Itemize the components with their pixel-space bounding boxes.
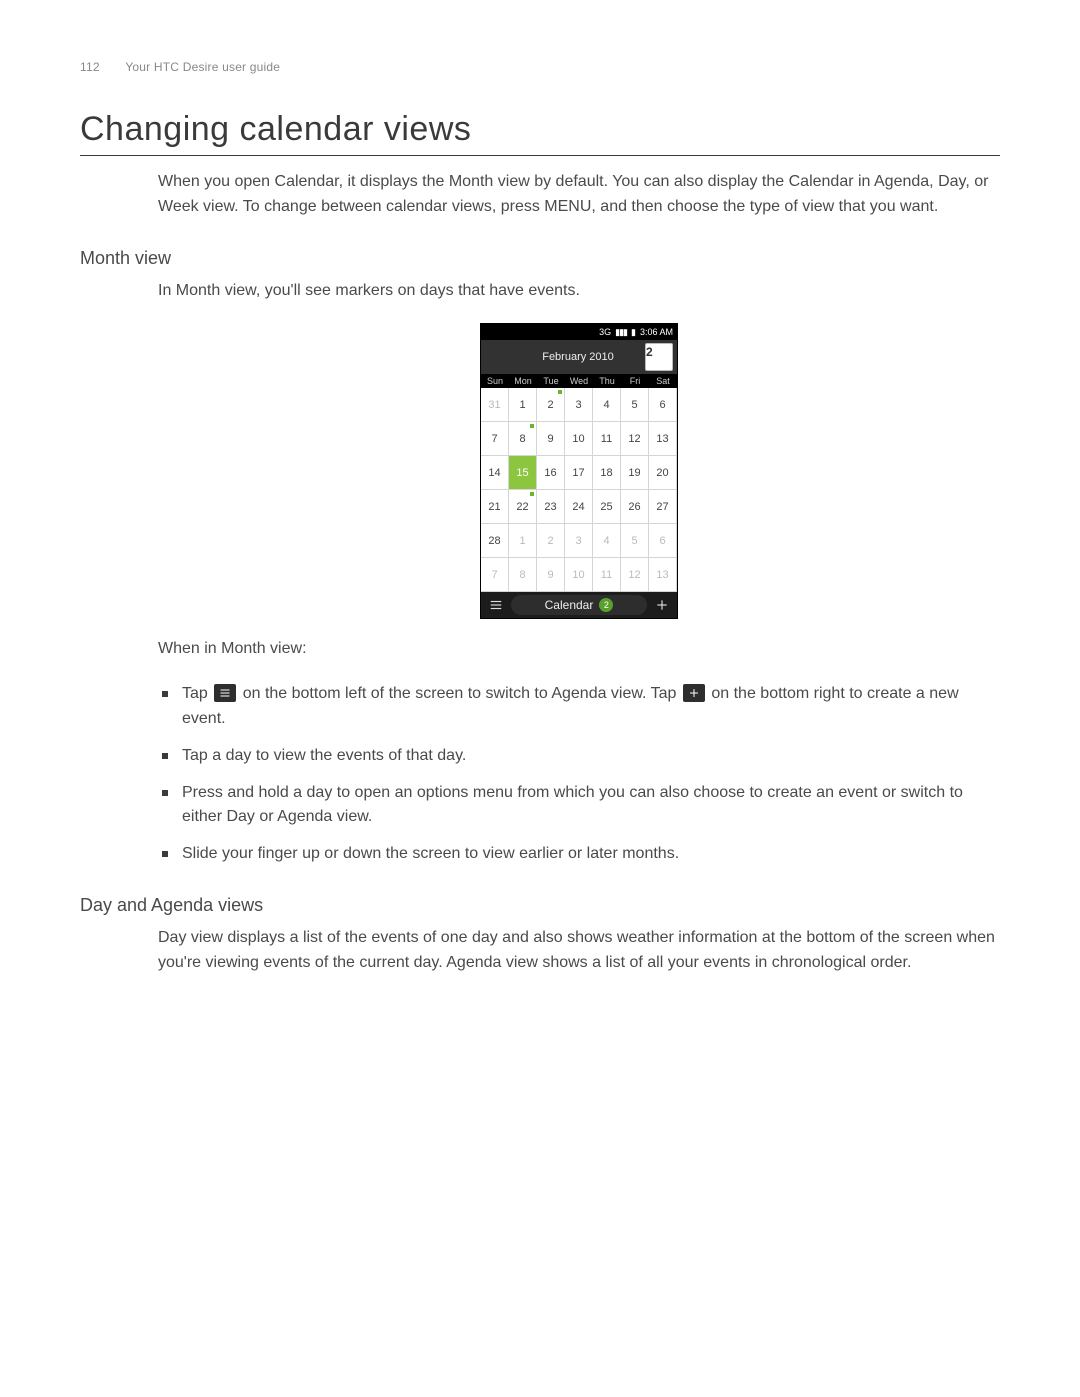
calendar-day-cell[interactable]: 11 <box>593 422 621 456</box>
status-network: 3G <box>599 327 611 337</box>
intro-paragraph: When you open Calendar, it displays the … <box>158 170 1000 220</box>
calendar-day-cell[interactable]: 8 <box>509 422 537 456</box>
calendar-day-cell[interactable]: 19 <box>621 456 649 490</box>
menu-icon <box>214 684 236 702</box>
calendar-day-cell[interactable]: 13 <box>649 422 677 456</box>
calendar-day-cell[interactable]: 12 <box>621 558 649 592</box>
dow-cell: Sun <box>481 374 509 388</box>
tear-off-calendar-icon: 2 <box>645 343 673 371</box>
dow-cell: Wed <box>565 374 593 388</box>
calendar-day-cell[interactable]: 1 <box>509 388 537 422</box>
calendar-day-cell[interactable]: 26 <box>621 490 649 524</box>
calendar-day-cell[interactable]: 13 <box>649 558 677 592</box>
calendar-day-cell[interactable]: 6 <box>649 524 677 558</box>
calendar-day-cell[interactable]: 3 <box>565 388 593 422</box>
calendar-day-cell[interactable]: 14 <box>481 456 509 490</box>
intro-block: When you open Calendar, it displays the … <box>158 170 1000 220</box>
calendar-day-cell[interactable]: 24 <box>565 490 593 524</box>
event-marker <box>530 424 534 428</box>
calendar-bottom-label-pill[interactable]: Calendar 2 <box>511 595 647 615</box>
event-marker <box>558 390 562 394</box>
month-view-line1: In Month view, you'll see markers on day… <box>158 279 1000 304</box>
tear-off-day: 2 <box>646 345 653 359</box>
dow-cell: Sat <box>649 374 677 388</box>
title-rule <box>80 155 1000 156</box>
plus-icon <box>683 684 705 702</box>
day-of-week-row: SunMonTueWedThuFriSat <box>481 374 677 388</box>
day-agenda-block: Day view displays a list of the events o… <box>158 926 1000 976</box>
dow-cell: Tue <box>537 374 565 388</box>
day-agenda-heading: Day and Agenda views <box>80 895 1000 916</box>
month-view-intro2: When in Month view: <box>158 637 1000 662</box>
calendar-day-cell[interactable]: 11 <box>593 558 621 592</box>
dow-cell: Fri <box>621 374 649 388</box>
list-item: Press and hold a day to open an options … <box>158 781 1000 831</box>
guide-title: Your HTC Desire user guide <box>125 60 280 74</box>
battery-icon: ▮ <box>631 327 636 338</box>
calendar-day-cell[interactable]: 16 <box>537 456 565 490</box>
signal-icon: ▮▮▮ <box>615 327 627 338</box>
calendar-day-cell[interactable]: 21 <box>481 490 509 524</box>
calendar-day-cell[interactable]: 10 <box>565 422 593 456</box>
calendar-day-cell[interactable]: 9 <box>537 558 565 592</box>
bullet-1b: on the bottom left of the screen to swit… <box>243 685 681 702</box>
calendar-day-cell[interactable]: 15 <box>509 456 537 490</box>
month-view-heading: Month view <box>80 248 1000 269</box>
calendar-day-cell[interactable]: 28 <box>481 524 509 558</box>
calendar-month-title: February 2010 <box>511 351 645 363</box>
calendar-bottom-label: Calendar <box>545 598 594 612</box>
calendar-day-cell[interactable]: 22 <box>509 490 537 524</box>
page-title: Changing calendar views <box>80 110 1000 149</box>
calendar-month-header: February 2010 2 <box>481 340 677 374</box>
calendar-grid: 3112345678910111213141516171819202122232… <box>481 388 677 592</box>
calendar-day-cell[interactable]: 27 <box>649 490 677 524</box>
calendar-day-cell[interactable]: 7 <box>481 422 509 456</box>
calendar-day-cell[interactable]: 1 <box>509 524 537 558</box>
calendar-day-cell[interactable]: 17 <box>565 456 593 490</box>
calendar-day-cell[interactable]: 7 <box>481 558 509 592</box>
calendar-day-cell[interactable]: 31 <box>481 388 509 422</box>
calendar-day-cell[interactable]: 6 <box>649 388 677 422</box>
calendar-day-cell[interactable]: 4 <box>593 388 621 422</box>
list-item: Tap on the bottom left of the screen to … <box>158 682 1000 732</box>
phone-screenshot: 3G ▮▮▮ ▮ 3:06 AM February 2010 2 SunMonT… <box>158 323 1000 619</box>
month-view-bullets: Tap on the bottom left of the screen to … <box>158 682 1000 867</box>
calendar-day-cell[interactable]: 5 <box>621 388 649 422</box>
status-bar: 3G ▮▮▮ ▮ 3:06 AM <box>481 324 677 340</box>
event-count-badge: 2 <box>599 598 613 612</box>
add-event-button[interactable] <box>647 598 677 612</box>
agenda-view-button[interactable] <box>481 598 511 612</box>
calendar-day-cell[interactable]: 12 <box>621 422 649 456</box>
calendar-day-cell[interactable]: 10 <box>565 558 593 592</box>
calendar-day-cell[interactable]: 20 <box>649 456 677 490</box>
dow-cell: Mon <box>509 374 537 388</box>
calendar-bottom-bar: Calendar 2 <box>481 592 677 618</box>
manual-page: 112 Your HTC Desire user guide Changing … <box>0 0 1080 1397</box>
list-item: Tap a day to view the events of that day… <box>158 744 1000 769</box>
running-header: 112 Your HTC Desire user guide <box>80 60 1000 74</box>
bullet-1a: Tap <box>182 685 212 702</box>
dow-cell: Thu <box>593 374 621 388</box>
calendar-day-cell[interactable]: 5 <box>621 524 649 558</box>
calendar-day-cell[interactable]: 2 <box>537 388 565 422</box>
phone-frame: 3G ▮▮▮ ▮ 3:06 AM February 2010 2 SunMonT… <box>480 323 678 619</box>
event-marker <box>530 492 534 496</box>
calendar-day-cell[interactable]: 8 <box>509 558 537 592</box>
page-number: 112 <box>80 60 122 74</box>
calendar-day-cell[interactable]: 9 <box>537 422 565 456</box>
calendar-day-cell[interactable]: 23 <box>537 490 565 524</box>
calendar-day-cell[interactable]: 25 <box>593 490 621 524</box>
list-item: Slide your finger up or down the screen … <box>158 842 1000 867</box>
calendar-day-cell[interactable]: 3 <box>565 524 593 558</box>
calendar-day-cell[interactable]: 4 <box>593 524 621 558</box>
status-time: 3:06 AM <box>640 327 673 337</box>
calendar-day-cell[interactable]: 2 <box>537 524 565 558</box>
calendar-day-cell[interactable]: 18 <box>593 456 621 490</box>
month-view-block: In Month view, you'll see markers on day… <box>158 279 1000 867</box>
day-agenda-paragraph: Day view displays a list of the events o… <box>158 926 1000 976</box>
